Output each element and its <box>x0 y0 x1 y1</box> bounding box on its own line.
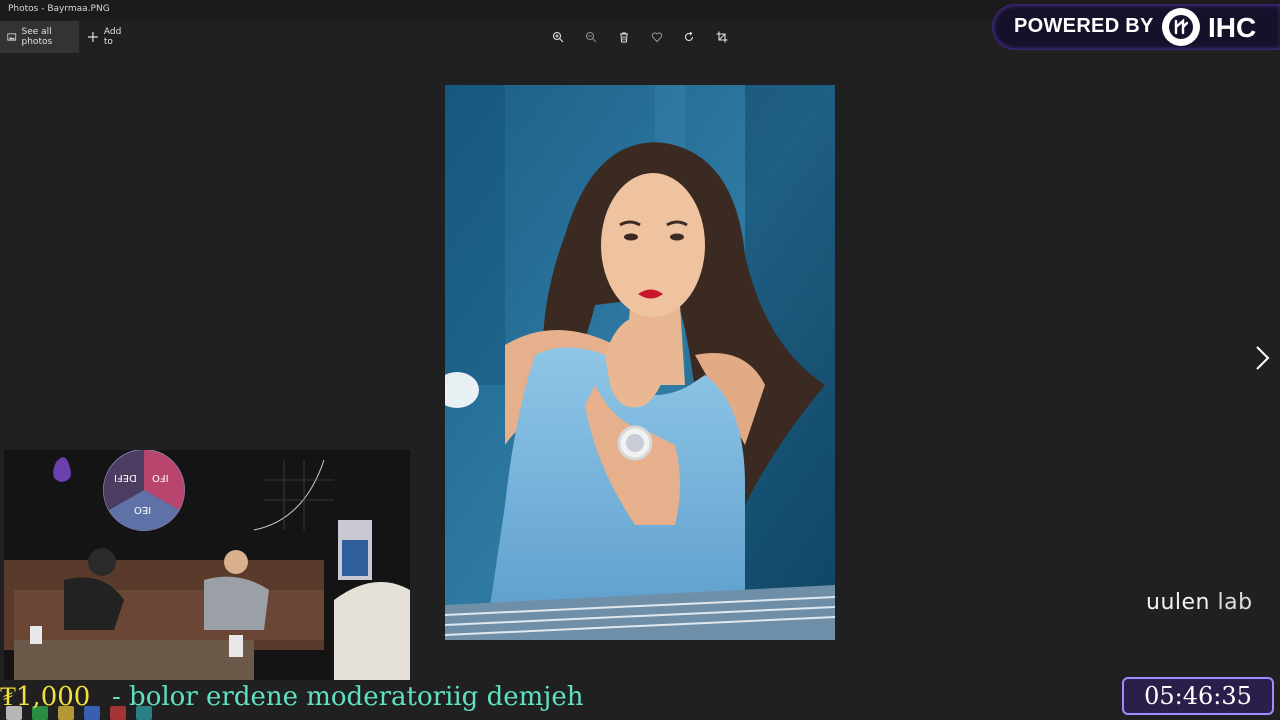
board-labels: DEFI IFO IEO <box>108 464 184 524</box>
powered-by-text: POWERED BY <box>1014 15 1154 37</box>
add-to-button[interactable]: Add to <box>80 21 140 53</box>
crop-icon[interactable] <box>714 29 730 45</box>
watermark-brand: uulen <box>1146 590 1210 615</box>
rotate-icon[interactable] <box>681 29 697 45</box>
next-photo-arrow-icon[interactable] <box>1250 344 1274 372</box>
board-label-ieo: IEO <box>134 504 152 515</box>
zoom-in-icon[interactable] <box>550 29 566 45</box>
powered-by-banner: POWERED BY IHC <box>992 4 1280 50</box>
add-to-label: Add to <box>103 27 122 47</box>
uulen-lab-watermark: uulen lab <box>1146 590 1253 615</box>
donation-amount: ₮1,000 <box>0 682 91 712</box>
donation-message: - bolor erdene moderatoriig demjeh <box>112 682 584 712</box>
ihc-logo-icon <box>1162 8 1200 46</box>
window-title: Photos - Bayrmaa.PNG <box>8 4 110 14</box>
see-all-photos-button[interactable]: See all photos <box>0 21 79 53</box>
brand-name: IHC <box>1208 12 1257 43</box>
watermark-suffix: lab <box>1217 590 1253 615</box>
webcam-overlay: DEFI IFO IEO <box>4 450 410 680</box>
delete-icon[interactable] <box>616 29 632 45</box>
see-all-photos-label: See all photos <box>21 27 53 47</box>
plus-icon <box>87 32 98 42</box>
stream-clock: 05:46:35 <box>1122 677 1274 715</box>
board-label-defi: DEFI <box>114 472 137 483</box>
zoom-out-icon[interactable] <box>583 29 599 45</box>
photos-icon <box>7 33 17 41</box>
photos-app-window: Photos - Bayrmaa.PNG See all photos Add … <box>0 0 1280 720</box>
main-photo[interactable] <box>445 85 835 640</box>
board-label-ifo: IFO <box>152 472 169 483</box>
favorite-icon[interactable] <box>649 29 665 45</box>
donation-ticker: ₮1,000 - bolor erdene moderatoriig demje… <box>0 680 1110 720</box>
